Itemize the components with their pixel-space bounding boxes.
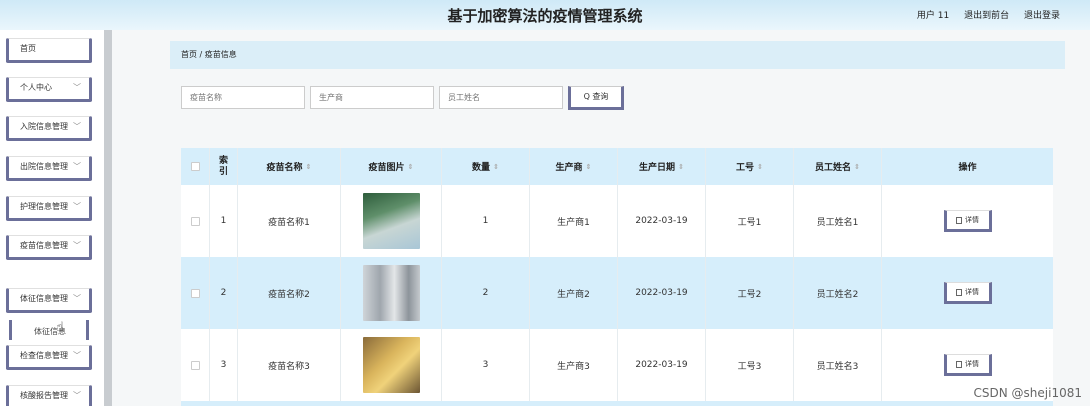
sidebar-item-label: 核酸报告管理 [20,391,68,400]
vaccine-image[interactable] [362,265,420,321]
header-index: 索引 [210,148,238,185]
logout-link[interactable]: 退出登录 [1024,11,1060,21]
vaccine-image[interactable] [362,193,420,249]
cell-index: 3 [210,329,238,401]
sort-icon: ⇕ [305,162,312,171]
header-links: 用户 11 退出到前台 退出登录 [905,8,1060,21]
cell-quantity: 1 [442,185,530,257]
sidebar-subitem-vital-signs[interactable]: 体征信息 [9,320,89,340]
chevron-down-icon: ﹀ [73,241,81,250]
chevron-down-icon: ﹀ [73,351,81,360]
watermark: CSDN @sheji1081 [973,386,1082,400]
document-icon [956,288,962,296]
sort-icon: ⇕ [678,162,684,171]
header-quantity[interactable]: 数量 ⇕ [442,148,530,185]
back-to-front-link[interactable]: 退出到前台 [964,11,1009,21]
cell-production-date: 2022-03-19 [618,185,706,257]
top-bar: 基于加密算法的疫情管理系统 用户 11 退出到前台 退出登录 [0,0,1090,30]
sidebar-item-discharge[interactable]: 出院信息管理 ﹀ [6,156,92,181]
header-operations: 操作 [958,163,977,173]
row-checkbox[interactable] [190,216,200,226]
table-row: 3 疫苗名称3 3 生产商3 2022-03-19 工号3 员工姓名3 详情 [181,329,1053,401]
sidebar-item-label: 疫苗信息管理 [20,241,68,250]
cell-quantity: 2 [442,257,530,329]
header-production-date[interactable]: 生产日期 ⇕ [618,148,706,185]
cell-vaccine-name: 疫苗名称2 [238,257,341,329]
sidebar: 首页 个人中心 ﹀ 入院信息管理 ﹀ 出院信息管理 ﹀ 护理信息管理 ﹀ 疫苗信… [0,30,104,406]
header-checkbox-cell [181,148,210,185]
sidebar-item-nucleic-report[interactable]: 核酸报告管理 ﹀ [6,385,92,406]
sidebar-item-label: 出院信息管理 [20,162,68,171]
sidebar-item-vital-signs[interactable]: 体征信息管理 ﹀ [6,288,92,313]
vaccine-table: 索引 疫苗名称 ⇕ 疫苗图片 ⇕ 数量 ⇕ 生产商 ⇕ 生产日期 ⇕ 工号 ⇕ 员工姓名 ⇕ … [181,148,1053,406]
sidebar-item-label: 首页 [20,44,36,53]
sidebar-item-label: 检查信息管理 [20,351,68,360]
row-checkbox[interactable] [190,288,200,298]
table-row: 2 疫苗名称2 2 生产商2 2022-03-19 工号2 员工姓名2 详情 [181,257,1053,329]
chevron-down-icon: ﹀ [73,294,81,303]
sidebar-item-admission[interactable]: 入院信息管理 ﹀ [6,116,92,141]
cell-staff-no: 工号2 [706,257,794,329]
sidebar-item-examination[interactable]: 检查信息管理 ﹀ [6,345,92,370]
select-all-checkbox[interactable] [190,162,200,171]
cell-manufacturer: 生产商3 [530,329,618,401]
chevron-down-icon: ﹀ [73,391,81,400]
sort-icon: ⇕ [585,162,592,171]
sidebar-item-label: 个人中心 [20,83,52,92]
detail-button[interactable]: 详情 [943,210,992,232]
cell-vaccine-name: 疫苗名称3 [238,329,341,401]
sort-icon: ⇕ [757,162,763,171]
document-icon [956,216,962,224]
sidebar-item-label: 护理信息管理 [20,202,68,211]
header-vaccine-name[interactable]: 疫苗名称 ⇕ [238,148,341,185]
header-manufacturer[interactable]: 生产商 ⇕ [530,148,618,185]
vaccine-name-input[interactable] [181,86,305,109]
sidebar-item-label: 体征信息管理 [20,294,68,303]
table-header-row: 索引 疫苗名称 ⇕ 疫苗图片 ⇕ 数量 ⇕ 生产商 ⇕ 生产日期 ⇕ 工号 ⇕ 员工姓名 ⇕ … [181,148,1053,185]
cell-manufacturer: 生产商2 [530,257,618,329]
sort-icon: ⇕ [407,162,414,171]
chevron-down-icon: ﹀ [73,122,81,131]
row-checkbox[interactable] [190,360,200,370]
cell-index: 2 [210,257,238,329]
sidebar-item-home[interactable]: 首页 [6,38,92,63]
header-staff-no[interactable]: 工号 ⇕ [706,148,794,185]
sidebar-scrollbar[interactable] [104,30,112,406]
cell-production-date: 2022-03-19 [618,329,706,401]
chevron-down-icon: ﹀ [73,162,81,171]
header-vaccine-image[interactable]: 疫苗图片 ⇕ [341,148,442,185]
search-button[interactable]: Q 查询 [568,86,624,110]
hand-cursor-icon: ☝ [56,320,64,335]
sidebar-item-personal-center[interactable]: 个人中心 ﹀ [6,77,92,102]
manufacturer-input[interactable] [310,86,434,109]
chevron-down-icon: ﹀ [73,83,81,92]
sort-icon: ⇕ [854,162,860,171]
cell-staff-name: 员工姓名3 [794,329,882,401]
sort-icon: ⇕ [493,162,499,171]
staff-name-input[interactable] [439,86,563,109]
cell-index: 1 [210,185,238,257]
cell-vaccine-name: 疫苗名称1 [238,185,341,257]
cell-staff-name: 员工姓名1 [794,185,882,257]
cell-staff-no: 工号1 [706,185,794,257]
cell-staff-no: 工号3 [706,329,794,401]
detail-button[interactable]: 详情 [943,354,992,376]
breadcrumb: 首页 / 疫苗信息 [170,41,1065,69]
vaccine-image[interactable] [362,337,420,393]
chevron-down-icon: ﹀ [73,202,81,211]
table-row: 1 疫苗名称1 1 生产商1 2022-03-19 工号1 员工姓名1 详情 [181,185,1053,257]
header-staff-name[interactable]: 员工姓名 ⇕ [794,148,882,185]
user-label: 用户 11 [916,11,950,21]
cell-staff-name: 员工姓名2 [794,257,882,329]
cell-manufacturer: 生产商1 [530,185,618,257]
cell-quantity: 3 [442,329,530,401]
sidebar-item-vaccine[interactable]: 疫苗信息管理 ﹀ [6,235,92,260]
cell-production-date: 2022-03-19 [618,257,706,329]
sidebar-item-label: 入院信息管理 [20,122,68,131]
table-row-partial [181,401,1053,406]
sidebar-item-nursing[interactable]: 护理信息管理 ﹀ [6,196,92,221]
detail-button[interactable]: 详情 [943,282,992,304]
document-icon [956,360,962,368]
